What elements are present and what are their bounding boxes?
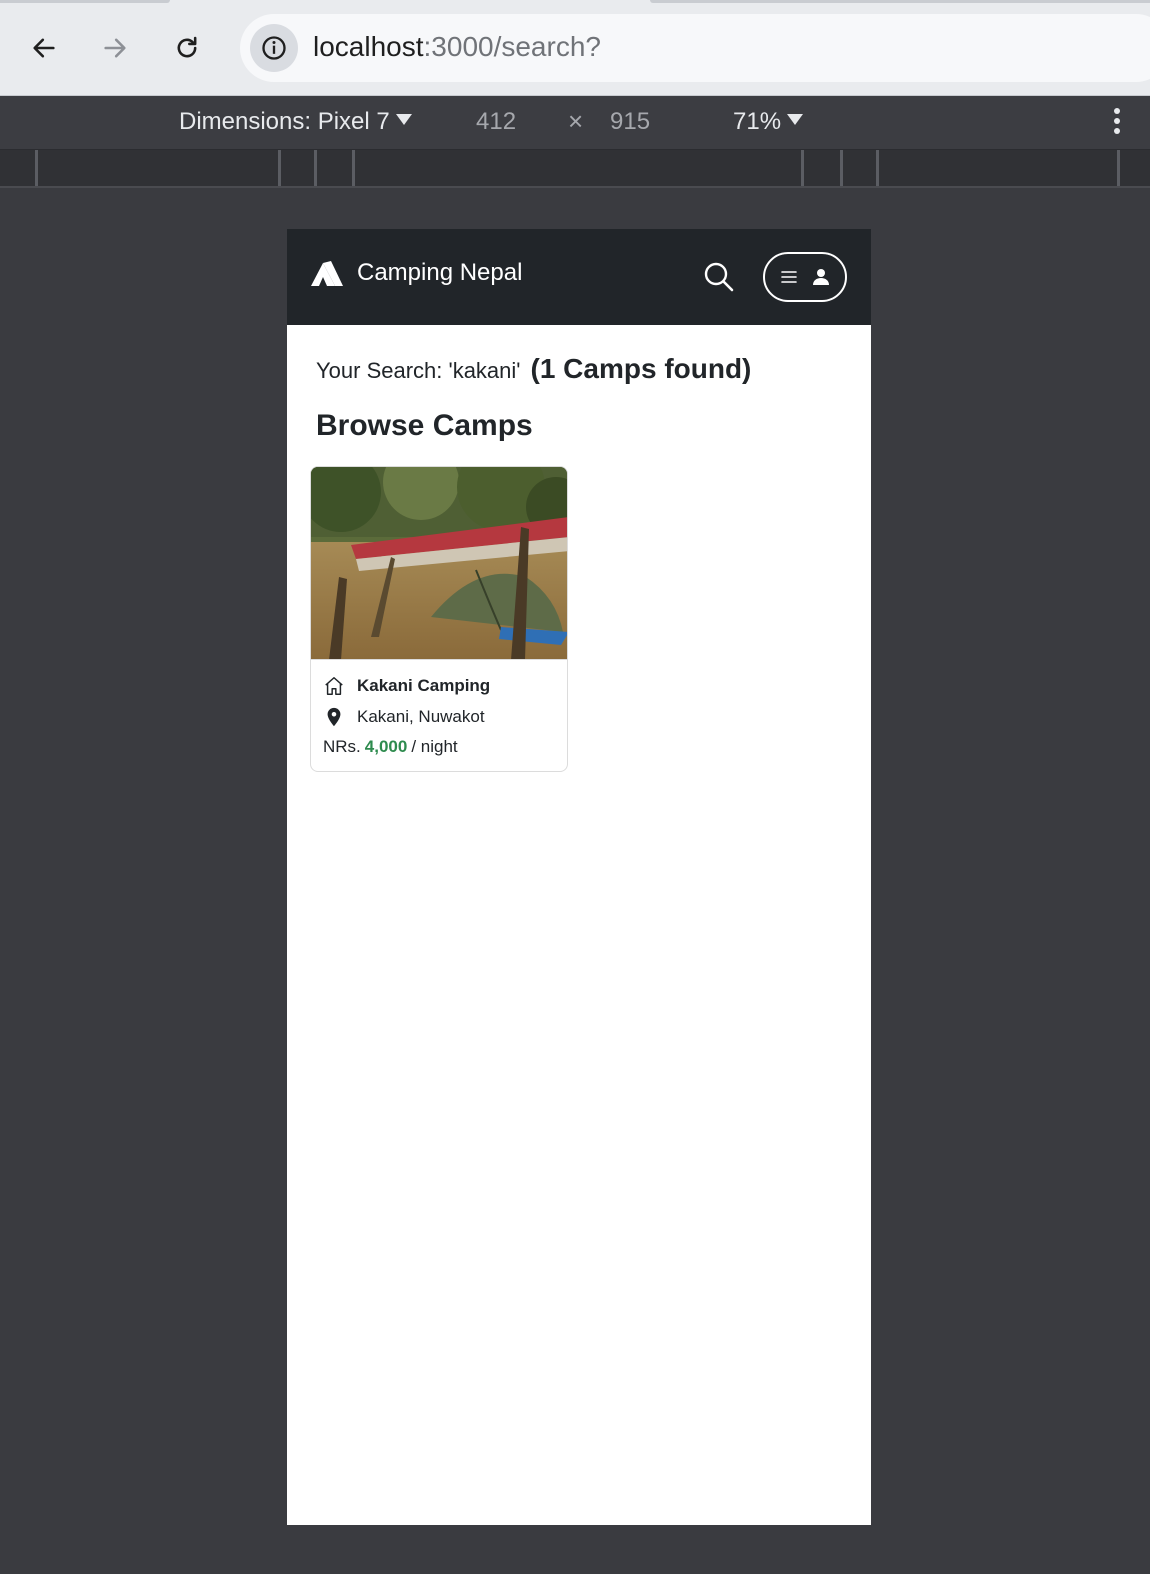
camp-photo[interactable]: [311, 467, 567, 660]
forward-button[interactable]: [95, 28, 135, 68]
house-icon: [325, 677, 343, 695]
zoom-label: 71%: [733, 108, 782, 135]
site-navbar: Camping Nepal: [287, 229, 871, 325]
reload-button[interactable]: [167, 28, 207, 68]
hamburger-icon: [781, 271, 797, 283]
device-height-input[interactable]: 915: [610, 108, 650, 136]
dropdown-caret-icon: [395, 114, 412, 125]
ruler-mark[interactable]: [840, 150, 843, 186]
ruler-mark[interactable]: [801, 150, 804, 186]
url-path: :3000/search?: [423, 31, 601, 62]
tab-strip: [0, 0, 1150, 4]
ruler-mark[interactable]: [278, 150, 281, 186]
camp-price-row: NRs. 4,000 / night: [323, 737, 458, 757]
back-button[interactable]: [24, 28, 64, 68]
media-query-ruler: [0, 150, 1150, 188]
forward-arrow-icon: [104, 38, 126, 58]
search-icon: [704, 262, 734, 292]
back-arrow-icon: [33, 38, 55, 58]
browser-toolbar: localhost:3000/search?: [0, 0, 1150, 96]
camp-name[interactable]: Kakani Camping: [357, 676, 490, 696]
dropdown-caret-icon: [787, 114, 804, 125]
ruler-mark[interactable]: [1117, 150, 1120, 186]
url-host: localhost: [313, 31, 424, 62]
ruler-mark[interactable]: [314, 150, 317, 186]
tab-edge-left[interactable]: [0, 0, 170, 3]
search-query-text: Your Search: 'kakani': [316, 358, 521, 383]
user-icon: [813, 269, 829, 285]
price-amount: 4,000: [364, 737, 408, 756]
device-dimensions-label: Dimensions: Pixel 7: [179, 108, 390, 135]
user-menu-button[interactable]: [763, 252, 847, 302]
brand-name: Camping Nepal: [357, 259, 523, 286]
price-suffix: / night: [411, 737, 458, 756]
ruler-mark[interactable]: [35, 150, 38, 186]
device-viewport: Camping Nepal Your Search: 'kakani' (1 Ca…: [287, 229, 871, 1525]
price-prefix: NRs.: [323, 737, 361, 756]
ruler-mark[interactable]: [352, 150, 355, 186]
tent-logo-icon: [311, 261, 343, 286]
search-button[interactable]: [703, 261, 735, 293]
search-summary: Your Search: 'kakani' (1 Camps found): [316, 353, 751, 385]
address-bar[interactable]: localhost:3000/search?: [240, 14, 1150, 82]
device-width-input[interactable]: 412: [476, 108, 516, 136]
camp-card[interactable]: Kakani Camping Kakani, Nuwakot NRs. 4,00…: [310, 466, 568, 772]
search-result-count: (1 Camps found): [530, 353, 752, 384]
device-dimensions-select[interactable]: Dimensions: Pixel 7: [179, 108, 412, 136]
url-text[interactable]: localhost:3000/search?: [313, 31, 601, 63]
more-vertical-icon[interactable]: [1114, 108, 1120, 136]
dimension-times-sign: ×: [568, 106, 584, 136]
tab-edge-right[interactable]: [650, 0, 1150, 3]
map-pin-icon: [327, 707, 341, 727]
camp-location: Kakani, Nuwakot: [357, 707, 485, 726]
device-toolbar: Dimensions: Pixel 7 412 × 915 71%: [0, 96, 1150, 150]
camp-name-row: Kakani Camping: [323, 675, 490, 697]
brand-link[interactable]: Camping Nepal: [309, 259, 522, 287]
ruler-mark[interactable]: [876, 150, 879, 186]
zoom-select[interactable]: 71%: [733, 108, 804, 136]
camp-location-row: Kakani, Nuwakot: [323, 706, 485, 728]
reload-icon: [177, 36, 197, 58]
page-title: Browse Camps: [316, 409, 533, 442]
info-icon: [262, 36, 286, 60]
site-info-button[interactable]: [250, 24, 298, 72]
